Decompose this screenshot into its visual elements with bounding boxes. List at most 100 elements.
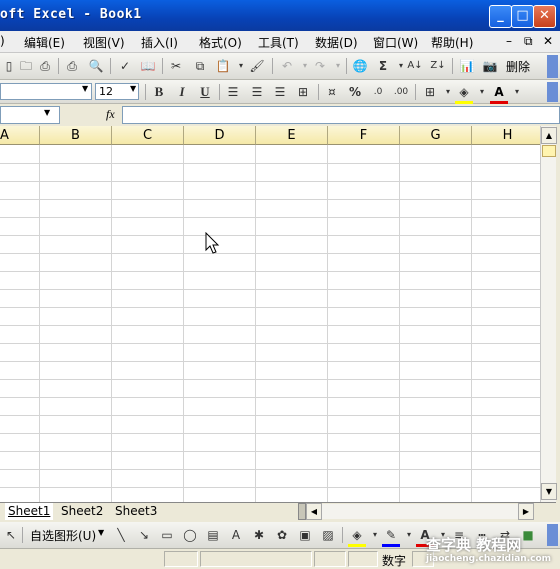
borders-icon[interactable]: ⊞ — [421, 83, 439, 101]
diagram-icon[interactable]: ✱ — [250, 526, 268, 544]
hscroll-left-icon[interactable]: ◀ — [306, 503, 322, 520]
camera-icon[interactable]: 📷 — [481, 57, 499, 75]
select-objects-icon[interactable]: ↖ — [2, 526, 20, 544]
column-header-g[interactable]: G — [400, 126, 472, 145]
menu-tools[interactable]: 工具(T) — [258, 34, 299, 51]
toolbar-options-icon[interactable] — [547, 55, 558, 78]
worksheet-grid[interactable]: A B C D E F G H — [0, 126, 540, 502]
format-painter-icon[interactable]: 🖌 — [248, 57, 266, 75]
draw-fill-color-icon[interactable]: ◈ — [348, 526, 366, 547]
print-icon[interactable]: ⎙ — [63, 57, 81, 75]
paste-icon[interactable]: 📋 — [214, 57, 232, 75]
new-icon[interactable]: ▯ — [0, 57, 18, 75]
toolbar-options-icon-2[interactable] — [547, 82, 558, 102]
column-header-d[interactable]: D — [184, 126, 256, 145]
spelling-icon[interactable]: ✓ — [116, 57, 134, 75]
menu-window[interactable]: 窗口(W) — [373, 34, 418, 51]
menu-fragment[interactable]: ) — [0, 34, 5, 48]
font-name-select[interactable] — [0, 83, 92, 100]
menu-data[interactable]: 数据(D) — [315, 34, 358, 51]
research-icon[interactable]: 📖 — [139, 57, 157, 75]
increase-decimal-icon[interactable]: .0 — [369, 83, 387, 101]
column-header-f[interactable]: F — [328, 126, 400, 145]
align-center-icon[interactable]: ☰ — [248, 83, 266, 101]
tab-split-handle[interactable] — [298, 503, 306, 520]
sheet-tab-3[interactable]: Sheet3 — [112, 503, 160, 520]
sort-ascending-icon[interactable]: A↓ — [406, 57, 424, 75]
column-header-b[interactable]: B — [40, 126, 112, 145]
font-size-dropdown-icon[interactable]: ▼ — [130, 84, 136, 93]
horizontal-scrollbar[interactable] — [322, 504, 518, 519]
autosum-icon[interactable]: Σ — [374, 57, 392, 75]
line-color-icon[interactable]: ✎ — [382, 526, 400, 547]
font-color-dropdown-icon[interactable]: ▾ — [508, 83, 526, 101]
line-icon[interactable]: ╲ — [112, 526, 130, 544]
scroll-up-icon[interactable]: ▲ — [541, 127, 557, 144]
maximize-button[interactable]: □ — [511, 5, 534, 28]
percent-button[interactable]: % — [346, 83, 364, 101]
menu-view[interactable]: 视图(V) — [83, 34, 125, 51]
delete-button[interactable]: 删除 — [506, 58, 530, 75]
hscroll-right-icon[interactable]: ▶ — [518, 503, 534, 520]
menu-edit[interactable]: 编辑(E) — [24, 34, 65, 51]
decrease-decimal-icon[interactable]: .00 — [392, 83, 410, 101]
autoshapes-dropdown-icon[interactable]: ▼ — [98, 528, 104, 537]
hyperlink-icon[interactable]: 🌐 — [351, 57, 369, 75]
redo-icon[interactable]: ↷ — [311, 57, 329, 75]
menu-format[interactable]: 格式(O) — [199, 34, 242, 51]
column-header-e[interactable]: E — [256, 126, 328, 145]
sort-descending-icon[interactable]: Z↓ — [429, 57, 447, 75]
title-bar[interactable]: oft Excel - Book1 _ □ ✕ — [0, 0, 560, 31]
rectangle-icon[interactable]: ▭ — [158, 526, 176, 544]
insert-function-icon[interactable]: fx — [106, 107, 115, 122]
print-preview-icon[interactable]: 🔍 — [87, 57, 105, 75]
column-header-h[interactable]: H — [472, 126, 540, 145]
autoshapes-menu[interactable]: 自选图形(U) — [30, 527, 96, 544]
name-box[interactable] — [0, 106, 60, 124]
textbox-icon[interactable]: ▤ — [204, 526, 222, 544]
font-name-dropdown-icon[interactable]: ▼ — [82, 84, 88, 93]
bold-button[interactable]: B — [150, 83, 168, 101]
grid-row-line — [0, 217, 540, 218]
fill-color-dropdown-icon[interactable]: ▾ — [473, 83, 491, 101]
column-header-a[interactable]: A — [0, 126, 40, 145]
underline-button[interactable]: U — [196, 83, 214, 101]
wordart-icon[interactable]: A — [227, 526, 245, 544]
merge-center-icon[interactable]: ⊞ — [294, 83, 312, 101]
italic-button[interactable]: I — [173, 83, 191, 101]
clipart-icon[interactable]: ✿ — [273, 526, 291, 544]
sheet-tab-1[interactable]: Sheet1 — [5, 503, 54, 520]
cut-icon[interactable]: ✂ — [167, 57, 185, 75]
permission-icon[interactable]: ⎙ — [36, 57, 54, 75]
name-box-dropdown-icon[interactable]: ▼ — [44, 108, 50, 117]
picture-icon[interactable]: ▣ — [296, 526, 314, 544]
undo-icon[interactable]: ↶ — [278, 57, 296, 75]
align-right-icon[interactable]: ☰ — [271, 83, 289, 101]
formula-input[interactable] — [122, 106, 560, 124]
grid-row-line — [0, 433, 540, 434]
grid-column-line — [399, 145, 400, 502]
font-color-icon[interactable]: A — [490, 83, 508, 104]
menu-help[interactable]: 帮助(H) — [431, 34, 473, 51]
scroll-down-icon[interactable]: ▼ — [541, 483, 557, 500]
align-left-icon[interactable]: ☰ — [224, 83, 242, 101]
column-header-c[interactable]: C — [112, 126, 184, 145]
fill-color-icon[interactable]: ◈ — [455, 83, 473, 104]
oval-icon[interactable]: ◯ — [181, 526, 199, 544]
doc-restore-icon[interactable]: ⧉ — [524, 34, 533, 49]
currency-icon[interactable]: ¤ — [323, 83, 341, 101]
chart-wizard-icon[interactable]: 📊 — [458, 57, 476, 75]
insert-picture-icon[interactable]: ▨ — [319, 526, 337, 544]
sheet-tab-2[interactable]: Sheet2 — [58, 503, 106, 520]
arrow-icon[interactable]: ↘ — [135, 526, 153, 544]
doc-minimize-icon[interactable]: – — [506, 34, 512, 48]
open-icon[interactable]: 🗀 — [17, 57, 35, 75]
vertical-scrollbar[interactable]: ▲ ▼ — [540, 126, 557, 502]
redo-dropdown-icon[interactable]: ▾ — [329, 57, 347, 75]
doc-close-icon[interactable]: ✕ — [543, 34, 553, 48]
close-button[interactable]: ✕ — [533, 5, 556, 28]
minimize-button[interactable]: _ — [489, 5, 512, 28]
copy-icon[interactable]: ⧉ — [191, 57, 209, 75]
scroll-thumb[interactable] — [542, 145, 556, 157]
menu-insert[interactable]: 插入(I) — [141, 34, 178, 51]
